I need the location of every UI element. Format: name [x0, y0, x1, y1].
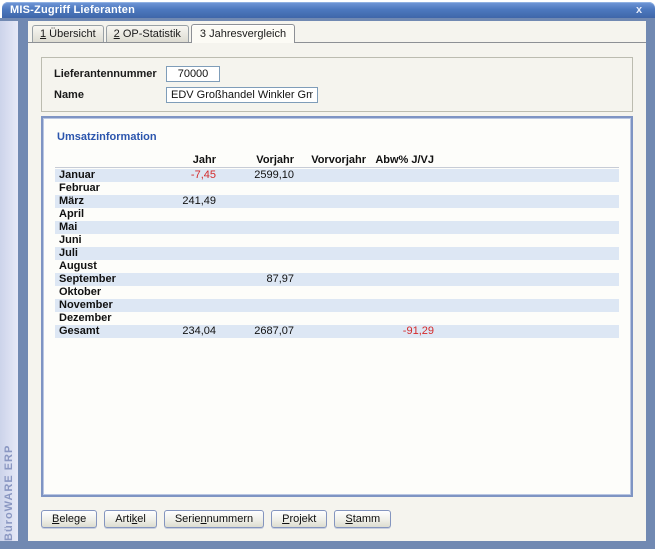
brand-logo-text: BüroWARE ERP — [3, 39, 15, 541]
stamm-button[interactable]: Stamm — [334, 510, 391, 528]
value-cell: 87,97 — [218, 273, 296, 286]
table-row[interactable]: Gesamt234,042687,07 -91,29 — [55, 325, 619, 338]
artikel-button[interactable]: Artikel — [104, 510, 157, 528]
table-row[interactable]: Februar — [55, 182, 619, 195]
table-row[interactable]: Januar-7,452599,10 — [55, 169, 619, 182]
belege-button[interactable]: Belege — [41, 510, 97, 528]
table-row[interactable]: März241,49 — [55, 195, 619, 208]
close-icon[interactable]: x — [631, 4, 647, 16]
seriennummern-button[interactable]: Seriennummern — [164, 510, 264, 528]
value-cell: 241,49 — [162, 195, 218, 208]
tab-jahresvergleich[interactable]: 3 Jahresvergleich — [191, 24, 295, 43]
value-cell: 2687,07 — [218, 325, 296, 338]
supplier-name-input[interactable] — [166, 87, 318, 103]
projekt-button[interactable]: Projekt — [271, 510, 327, 528]
umsatz-table-header: JahrVorjahrVorvorjahrAbw% J/VJ — [55, 153, 619, 168]
tab-strip: 1 Übersicht 2 OP-Statistik 3 Jahresvergl… — [28, 21, 646, 43]
umsatz-panel-title: Umsatzinformation — [57, 131, 619, 143]
table-row[interactable]: Dezember — [55, 312, 619, 325]
supplier-name-label: Name — [54, 89, 166, 101]
umsatz-panel: Umsatzinformation JahrVorjahrVorvorjahrA… — [41, 116, 633, 497]
month-cell: November — [57, 299, 162, 312]
table-row[interactable]: Oktober — [55, 286, 619, 299]
column-header: Vorjahr — [218, 154, 296, 167]
table-row[interactable]: November — [55, 299, 619, 312]
table-row[interactable]: Juli — [55, 247, 619, 260]
month-cell: Dezember — [57, 312, 162, 325]
title-bar[interactable]: MIS-Zugriff Lieferanten x — [2, 2, 655, 18]
month-cell: Februar — [57, 182, 162, 195]
window-title: MIS-Zugriff Lieferanten — [10, 4, 135, 16]
month-cell: März — [57, 195, 162, 208]
month-cell: Oktober — [57, 286, 162, 299]
footer-button-bar: Belege Artikel Seriennummern Projekt Sta… — [28, 497, 646, 541]
value-cell: -7,45 — [162, 169, 218, 182]
month-cell: August — [57, 260, 162, 273]
table-row[interactable]: Mai — [55, 221, 619, 234]
supplier-name-row: Name — [54, 86, 620, 103]
month-cell: Mai — [57, 221, 162, 234]
column-header: Jahr — [162, 154, 218, 167]
month-cell: Gesamt — [57, 325, 162, 338]
tab-uebersicht[interactable]: 1 Übersicht — [32, 25, 104, 42]
month-cell: Juli — [57, 247, 162, 260]
app-window: MIS-Zugriff Lieferanten x BüroWARE ERP 1… — [0, 0, 655, 549]
month-cell: September — [57, 273, 162, 286]
table-row[interactable]: April — [55, 208, 619, 221]
column-header: Vorvorjahr — [296, 154, 368, 167]
supplier-number-input[interactable] — [166, 66, 220, 82]
window-frame: BüroWARE ERP 1 Übersicht 2 OP-Statistik … — [0, 18, 655, 549]
brand-strip: BüroWARE ERP — [0, 21, 18, 541]
value-cell: 234,04 — [162, 325, 218, 338]
supplier-form-group: Lieferantennummer Name — [41, 57, 633, 112]
month-cell: Juni — [57, 234, 162, 247]
value-cell: 2599,10 — [218, 169, 296, 182]
table-row[interactable]: August — [55, 260, 619, 273]
supplier-number-row: Lieferantennummer — [54, 65, 620, 82]
client-area: 1 Übersicht 2 OP-Statistik 3 Jahresvergl… — [28, 21, 646, 541]
column-header: Abw% J/VJ — [368, 154, 436, 167]
umsatz-table-body: Januar-7,452599,10FebruarMärz241,49April… — [55, 169, 619, 338]
tab-op-statistik[interactable]: 2 OP-Statistik — [106, 25, 189, 42]
month-cell: April — [57, 208, 162, 221]
month-cell: Januar — [57, 169, 162, 182]
supplier-number-label: Lieferantennummer — [54, 68, 166, 80]
value-cell: -91,29 — [368, 325, 436, 338]
table-row[interactable]: September 87,97 — [55, 273, 619, 286]
table-row[interactable]: Juni — [55, 234, 619, 247]
